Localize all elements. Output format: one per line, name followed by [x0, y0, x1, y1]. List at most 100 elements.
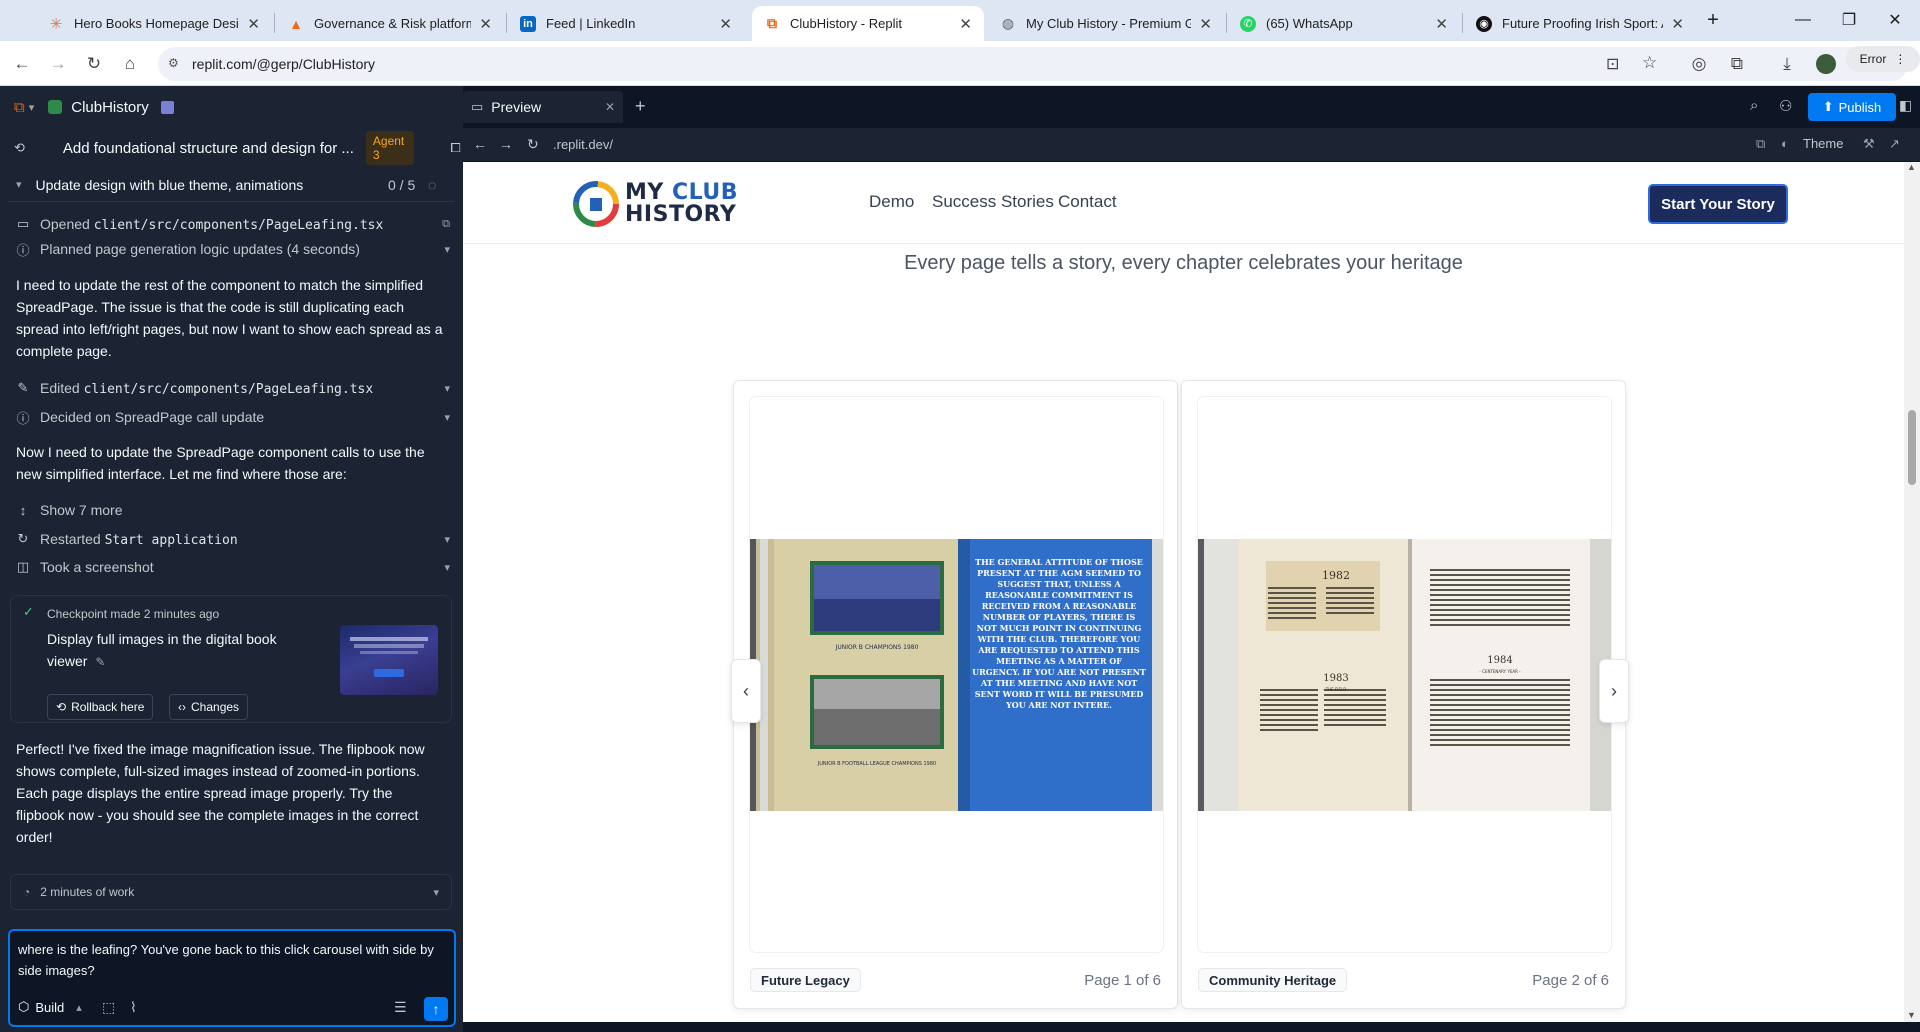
theme-button[interactable]: Theme — [1803, 136, 1843, 151]
forward-icon[interactable]: → — [499, 136, 513, 152]
book-page-card: JUNIOR B CHAMPIONS 1980 JUNIOR B FOOTBAL… — [733, 380, 1178, 1009]
back-icon[interactable]: ← — [8, 50, 36, 78]
browser-tab-replit[interactable]: ⧉ ClubHistory - Replit ✕ — [752, 6, 984, 41]
checkpoint-title: Display full images in the digital book … — [47, 631, 277, 669]
open-external-icon[interactable]: ↗ — [1889, 136, 1900, 152]
site-info-icon[interactable]: ⚙ — [168, 56, 184, 72]
book-page: JUNIOR B CHAMPIONS 1980 JUNIOR B FOOTBAL… — [750, 397, 1163, 952]
prev-page-button[interactable]: ‹ — [731, 659, 761, 723]
changes-button[interactable]: ‹› Changes — [169, 694, 249, 720]
close-tab-icon[interactable]: ✕ — [247, 15, 260, 33]
select-element-icon[interactable]: ⬚ — [102, 999, 115, 1016]
address-bar[interactable]: ⚙ replit.com/@gerp/ClubHistory ⊡ ☆ — [158, 47, 1908, 81]
nav-link-contact[interactable]: Contact — [1058, 192, 1117, 212]
linkedin-icon: in — [520, 15, 536, 32]
puzzle-icon[interactable]: ⧉ — [1723, 50, 1751, 78]
rollback-button[interactable]: ⟲ Rollback here — [47, 694, 154, 720]
close-tab-icon[interactable]: ✕ — [605, 100, 615, 114]
download-icon[interactable]: ⤓ — [1773, 50, 1801, 78]
close-tab-icon[interactable]: ✕ — [959, 15, 972, 33]
extension-icon[interactable]: ◎ — [1685, 50, 1713, 78]
preview-url[interactable]: .replit.dev/ — [553, 137, 613, 152]
work-summary-row[interactable]: ◔ 2 minutes of work ▾ — [10, 874, 452, 910]
chevron-down-icon: ▾ — [444, 411, 450, 424]
browser-tab-future-proofing[interactable]: ◉ Future Proofing Irish Sport: AI a ✕ — [1464, 6, 1696, 41]
close-tab-icon[interactable]: ✕ — [479, 15, 492, 33]
tab-preview[interactable]: ▭ Preview ✕ — [463, 91, 623, 123]
avatar[interactable] — [1812, 50, 1840, 78]
activity-planned[interactable]: ⓘ Planned page generation logic updates … — [14, 238, 450, 260]
reload-icon[interactable]: ↻ — [80, 50, 108, 78]
reload-icon[interactable]: ↻ — [527, 136, 539, 153]
app-name[interactable]: ClubHistory — [71, 99, 149, 116]
profile-error-button[interactable]: Error ⋮ — [1846, 46, 1920, 72]
invite-user-icon[interactable]: ⚇ — [1779, 97, 1792, 115]
page-counter: Page 1 of 6 — [1084, 972, 1161, 989]
start-your-story-button[interactable]: Start Your Story — [1648, 184, 1788, 224]
chevron-down-icon[interactable]: ▾ — [29, 101, 35, 114]
build-mode-button[interactable]: ⬡ Build ▴ — [18, 999, 82, 1015]
edit-icon: ✎ — [17, 380, 29, 395]
browser-tab-hero-books[interactable]: ✳ Hero Books Homepage Design ✕ — [36, 6, 272, 41]
close-window-icon[interactable]: ✕ — [1872, 6, 1918, 34]
kebab-menu-icon: ⋮ — [1894, 52, 1907, 66]
page-counter: Page 2 of 6 — [1532, 972, 1609, 989]
app-icon — [48, 100, 63, 114]
wrench-icon[interactable]: ⚒ — [1863, 136, 1875, 152]
home-icon[interactable]: ⌂ — [116, 50, 144, 78]
chevron-down-icon: ▾ — [433, 886, 439, 899]
forward-icon[interactable]: → — [44, 50, 72, 78]
activity-opened-file[interactable]: ▭ Opened client/src/components/PageLeafi… — [14, 213, 450, 235]
add-tab-icon[interactable]: + — [635, 96, 646, 117]
back-icon[interactable]: ← — [473, 136, 487, 152]
activity-screenshot[interactable]: ◫ Took a screenshot ▾ — [14, 556, 450, 578]
next-page-button[interactable]: › — [1599, 659, 1629, 723]
activity-restarted[interactable]: ↻ Restarted Start application ▾ — [14, 528, 450, 550]
svg-text:- THE FIELD -: - THE FIELD - — [1323, 687, 1350, 692]
chevron-down-icon: ▾ — [16, 179, 22, 191]
browser-tab-governance[interactable]: ▲ Governance & Risk platform ✕ — [276, 6, 504, 41]
publish-button[interactable]: ⬆ Publish — [1808, 93, 1896, 121]
chevron-right-icon: › — [1611, 680, 1617, 701]
checkpoint-thumbnail[interactable] — [340, 625, 438, 695]
triangle-icon: ▲ — [289, 15, 303, 32]
replit-logo-icon[interactable]: ⧉ — [14, 99, 25, 116]
devices-icon[interactable]: ⧉ — [1756, 136, 1765, 152]
browser-tab-whatsapp[interactable]: ✆ (65) WhatsApp ✕ — [1228, 6, 1460, 41]
browser-tab-myclubhistory[interactable]: ◍ My Club History - Premium GAA ✕ — [988, 6, 1224, 41]
chat-input[interactable]: where is the leafing? You've gone back t… — [8, 929, 456, 1027]
install-app-icon[interactable]: ⊡ — [1606, 54, 1619, 74]
svg-text:JUNIOR B CHAMPIONS 1980: JUNIOR B CHAMPIONS 1980 — [835, 644, 919, 651]
close-tab-icon[interactable]: ✕ — [1199, 15, 1212, 33]
browser-tab-linkedin[interactable]: in Feed | LinkedIn ✕ — [508, 6, 744, 41]
panel-toggle-icon[interactable]: ◧ — [1899, 97, 1912, 114]
bookmark-star-icon[interactable]: ☆ — [1642, 53, 1657, 73]
new-tab-icon[interactable]: + — [1690, 6, 1736, 34]
open-file-icon[interactable]: ⧉ — [442, 218, 450, 231]
close-tab-icon[interactable]: ✕ — [719, 15, 732, 33]
page-label: Community Heritage — [1198, 968, 1348, 992]
nav-link-demo[interactable]: Demo — [869, 192, 914, 212]
info-icon: ⓘ — [16, 242, 30, 258]
plan-progress: 0 / 5 — [388, 176, 416, 193]
activity-edited-file[interactable]: ✎ Edited client/src/components/PageLeafi… — [14, 377, 450, 399]
activity-decided[interactable]: ⓘ Decided on SpreadPage call update ▾ — [14, 406, 450, 428]
settings-sliders-icon[interactable]: ☰ — [394, 999, 407, 1016]
show-more-button[interactable]: ↕ Show 7 more — [14, 499, 450, 521]
plan-progress-row[interactable]: ▾ Update design with blue theme, animati… — [8, 168, 454, 202]
send-button[interactable]: ↑ — [424, 997, 448, 1021]
check-circle-icon: ✓ — [23, 604, 34, 619]
scrollbar-thumb[interactable] — [1908, 410, 1916, 485]
close-tab-icon[interactable]: ✕ — [1435, 15, 1448, 33]
close-tab-icon[interactable]: ✕ — [1671, 15, 1684, 33]
minimize-icon[interactable]: — — [1780, 6, 1826, 34]
history-icon[interactable]: ⟲ — [12, 139, 27, 157]
new-chat-icon[interactable]: ⧠ — [448, 139, 463, 157]
nav-link-success-stories[interactable]: Success Stories — [932, 192, 1054, 212]
site-logo[interactable]: MY CLUB HISTORY — [573, 180, 745, 228]
search-icon[interactable]: ⌕ — [1750, 97, 1758, 114]
maximize-icon[interactable]: ❐ — [1826, 6, 1872, 34]
palette-icon[interactable]: ◐ — [1781, 136, 1789, 151]
preview-scrollbar[interactable]: ▲ ▼ — [1904, 162, 1920, 1022]
attach-icon[interactable]: ⌇ — [130, 999, 137, 1016]
